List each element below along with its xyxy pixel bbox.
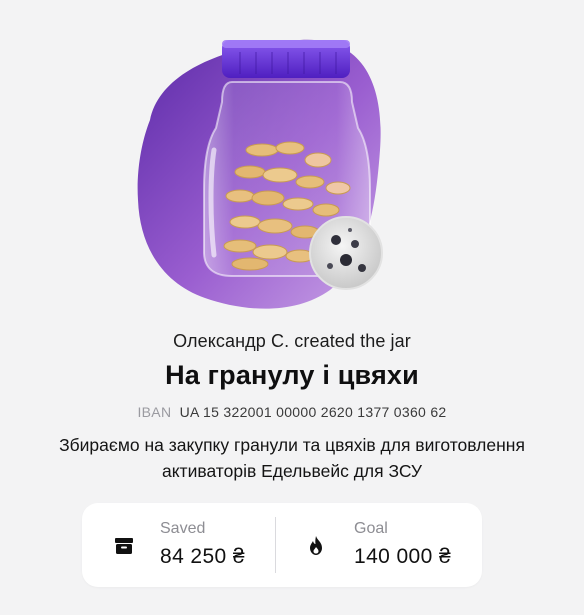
goal-value: 140 000 ₴ xyxy=(354,545,452,568)
goal-stat: Goal 140 000 ₴ xyxy=(276,503,482,587)
goal-label: Goal xyxy=(354,520,388,537)
stone-badge xyxy=(309,216,383,290)
jar-iban[interactable]: IBAN UA 15 322001 00000 2620 1377 0360 6… xyxy=(0,404,584,420)
jar-stats-card: Saved 84 250 ₴ Goal 140 000 ₴ xyxy=(82,503,482,587)
jar-creator: Олександр С. created the jar xyxy=(173,331,411,351)
jar-artwork xyxy=(137,39,383,309)
iban-number[interactable]: UA 15 322001 00000 2620 1377 0360 62 xyxy=(180,404,447,420)
flame-icon xyxy=(310,536,322,555)
jar-description: Збираємо на закупку гранули та цвяхів дл… xyxy=(59,435,525,481)
iban-label: IBAN xyxy=(137,404,172,420)
jar-illustration xyxy=(0,0,584,325)
jar-title: На гранулу і цвяхи xyxy=(165,360,419,390)
saved-label: Saved xyxy=(160,520,206,537)
archive-box-icon xyxy=(115,538,133,554)
saved-value: 84 250 ₴ xyxy=(160,545,245,568)
saved-stat: Saved 84 250 ₴ xyxy=(82,503,275,587)
